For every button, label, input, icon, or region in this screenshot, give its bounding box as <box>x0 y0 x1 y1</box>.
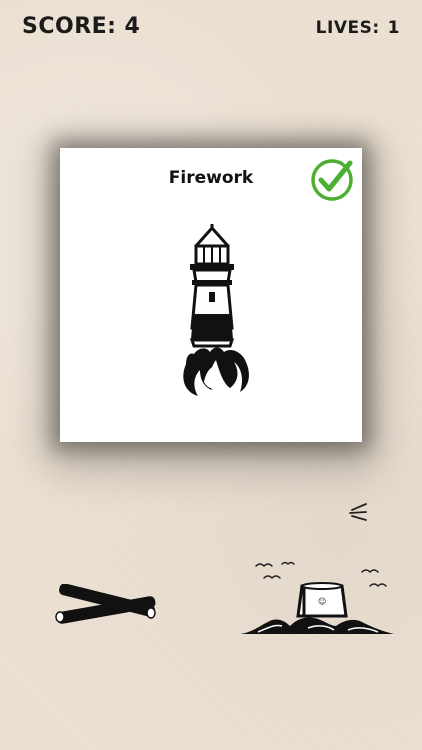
lives-display: LIVES: 1 <box>316 18 400 38</box>
score-value: 4 <box>124 14 141 39</box>
crossed-logs-icon <box>55 584 156 624</box>
score-display: SCORE: 4 <box>22 14 140 39</box>
lighthouse-with-flame-icon <box>183 224 249 396</box>
bucket-in-waves-with-birds-icon: ☺ <box>240 561 394 634</box>
check-icon <box>311 159 353 201</box>
swoosh-icon <box>349 503 367 521</box>
lives-label: LIVES: <box>315 18 380 38</box>
svg-text:☺: ☺ <box>318 597 326 606</box>
lives-value: 1 <box>387 18 400 38</box>
score-label: SCORE: <box>22 14 117 39</box>
word-card[interactable]: Firework <box>60 148 362 442</box>
